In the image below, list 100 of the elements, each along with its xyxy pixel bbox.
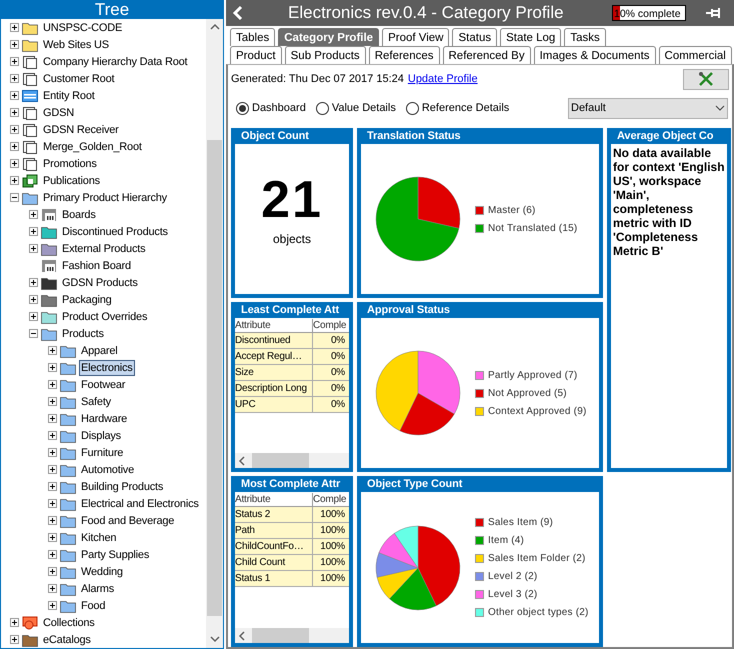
tree-item[interactable]: Products — [60, 326, 106, 342]
tree-item[interactable]: eCatalogs — [41, 632, 93, 648]
column-header[interactable]: Attribute — [235, 319, 313, 332]
expand-toggle[interactable] — [10, 142, 19, 151]
expand-toggle[interactable] — [29, 244, 38, 253]
expand-toggle[interactable] — [10, 618, 19, 627]
collapse-toggle[interactable] — [29, 329, 38, 338]
tree-item[interactable]: Wedding — [79, 564, 125, 580]
expand-toggle[interactable] — [48, 601, 57, 610]
tree-item[interactable]: UNSPSC-CODE — [41, 20, 124, 36]
expand-toggle[interactable] — [10, 23, 19, 32]
tab[interactable]: Sub Products — [284, 46, 366, 64]
expand-toggle[interactable] — [29, 210, 38, 219]
tree-item[interactable]: Boards — [60, 206, 98, 222]
expand-toggle[interactable] — [29, 278, 38, 287]
column-header[interactable]: Attribute — [235, 493, 313, 506]
expand-toggle[interactable] — [48, 363, 57, 372]
expand-toggle[interactable] — [48, 584, 57, 593]
tree-item[interactable]: Fashion Board — [60, 258, 133, 274]
scrollbar-thumb[interactable] — [207, 140, 222, 616]
expand-toggle[interactable] — [10, 74, 19, 83]
tree-item[interactable]: Electrical and Electronics — [79, 496, 201, 512]
tree-item[interactable]: Safety — [79, 394, 113, 410]
tree-item[interactable]: Packaging — [60, 292, 114, 308]
radio-option[interactable]: Value Details — [316, 100, 396, 116]
expand-toggle[interactable] — [48, 397, 57, 406]
scrollbar-thumb[interactable] — [252, 453, 309, 468]
tab[interactable]: Tables — [230, 28, 276, 46]
tree-item[interactable]: Publications — [41, 172, 102, 188]
tab[interactable]: Commercial — [658, 46, 732, 64]
expand-toggle[interactable] — [10, 40, 19, 49]
tree-item[interactable]: Customer Root — [41, 70, 116, 86]
expand-toggle[interactable] — [10, 57, 19, 66]
expand-toggle[interactable] — [10, 176, 19, 185]
vertical-scrollbar[interactable] — [206, 19, 223, 648]
tab[interactable]: Status — [452, 28, 498, 46]
tab[interactable]: Tasks — [564, 28, 606, 46]
column-header[interactable]: Comple — [313, 319, 349, 332]
tree-item[interactable]: Merge_Golden_Root — [41, 138, 144, 154]
update-profile-link[interactable]: Update Profile — [408, 70, 478, 88]
tree-item[interactable]: GDSN Receiver — [41, 122, 121, 138]
tab[interactable]: State Log — [500, 28, 562, 46]
expand-toggle[interactable] — [10, 91, 19, 100]
column-header[interactable]: Comple — [313, 493, 349, 506]
tree-item[interactable]: Company Hierarchy Data Root — [41, 54, 190, 70]
expand-toggle[interactable] — [10, 635, 19, 644]
expand-toggle[interactable] — [48, 431, 57, 440]
expand-toggle[interactable] — [29, 295, 38, 304]
expand-toggle[interactable] — [48, 482, 57, 491]
tab[interactable]: Referenced By — [442, 46, 531, 64]
tree-item[interactable]: Alarms — [79, 580, 116, 596]
expand-toggle[interactable] — [10, 159, 19, 168]
expand-toggle[interactable] — [48, 380, 57, 389]
tree-item[interactable]: Apparel — [79, 342, 120, 358]
tree-item[interactable]: Entity Root — [41, 88, 97, 104]
tree-item[interactable]: External Products — [60, 240, 148, 256]
expand-toggle[interactable] — [10, 108, 19, 117]
tree-item[interactable]: Web Sites US — [41, 36, 111, 52]
radio-button[interactable] — [406, 102, 419, 114]
expand-toggle[interactable] — [48, 516, 57, 525]
tree-item[interactable]: GDSN — [41, 104, 76, 120]
expand-toggle[interactable] — [29, 312, 38, 321]
tree-item[interactable]: Discontinued Products — [60, 224, 170, 240]
tree-item[interactable]: Product Overrides — [60, 308, 150, 324]
radio-button[interactable] — [236, 102, 249, 114]
tree-item[interactable]: Automotive — [79, 462, 136, 478]
radio-button[interactable] — [316, 102, 329, 114]
expand-toggle[interactable] — [48, 448, 57, 457]
tree-item[interactable]: Collections — [41, 614, 97, 630]
view-dropdown[interactable]: Default — [568, 98, 728, 118]
tree-item[interactable]: Kitchen — [79, 530, 118, 546]
expand-toggle[interactable] — [10, 125, 19, 134]
expand-toggle[interactable] — [48, 414, 57, 423]
tab[interactable]: Images & Documents — [534, 46, 656, 64]
horizontal-scrollbar[interactable] — [235, 453, 349, 468]
tree-item[interactable]: GDSN Products — [60, 274, 140, 290]
tree-item[interactable]: Displays — [79, 428, 123, 444]
tree-item[interactable]: Promotions — [41, 156, 99, 172]
tree-item[interactable]: Footwear — [79, 376, 128, 392]
tree-item[interactable]: Building Products — [79, 478, 166, 494]
expand-toggle[interactable] — [48, 499, 57, 508]
tools-button[interactable] — [683, 68, 729, 90]
tree-item[interactable]: Primary Product Hierarchy — [41, 190, 169, 206]
expand-toggle[interactable] — [48, 533, 57, 542]
expand-toggle[interactable] — [48, 567, 57, 576]
tab[interactable]: Category Profile — [278, 28, 380, 46]
collapse-toggle[interactable] — [10, 193, 19, 202]
tree-item[interactable]: Electronics — [79, 360, 135, 376]
scrollbar-thumb[interactable] — [252, 628, 309, 643]
tree-item[interactable]: Furniture — [79, 444, 126, 460]
tab[interactable]: Proof View — [382, 28, 450, 46]
back-icon[interactable] — [232, 5, 244, 21]
tab[interactable]: Product — [230, 46, 282, 64]
radio-option[interactable]: Dashboard — [236, 100, 306, 116]
radio-option[interactable]: Reference Details — [406, 100, 510, 116]
tree-item[interactable]: Food — [79, 598, 108, 614]
tree-item[interactable]: Hardware — [79, 410, 130, 426]
tree-item[interactable]: Party Supplies — [79, 546, 152, 562]
expand-toggle[interactable] — [29, 227, 38, 236]
horizontal-scrollbar[interactable] — [235, 628, 349, 643]
